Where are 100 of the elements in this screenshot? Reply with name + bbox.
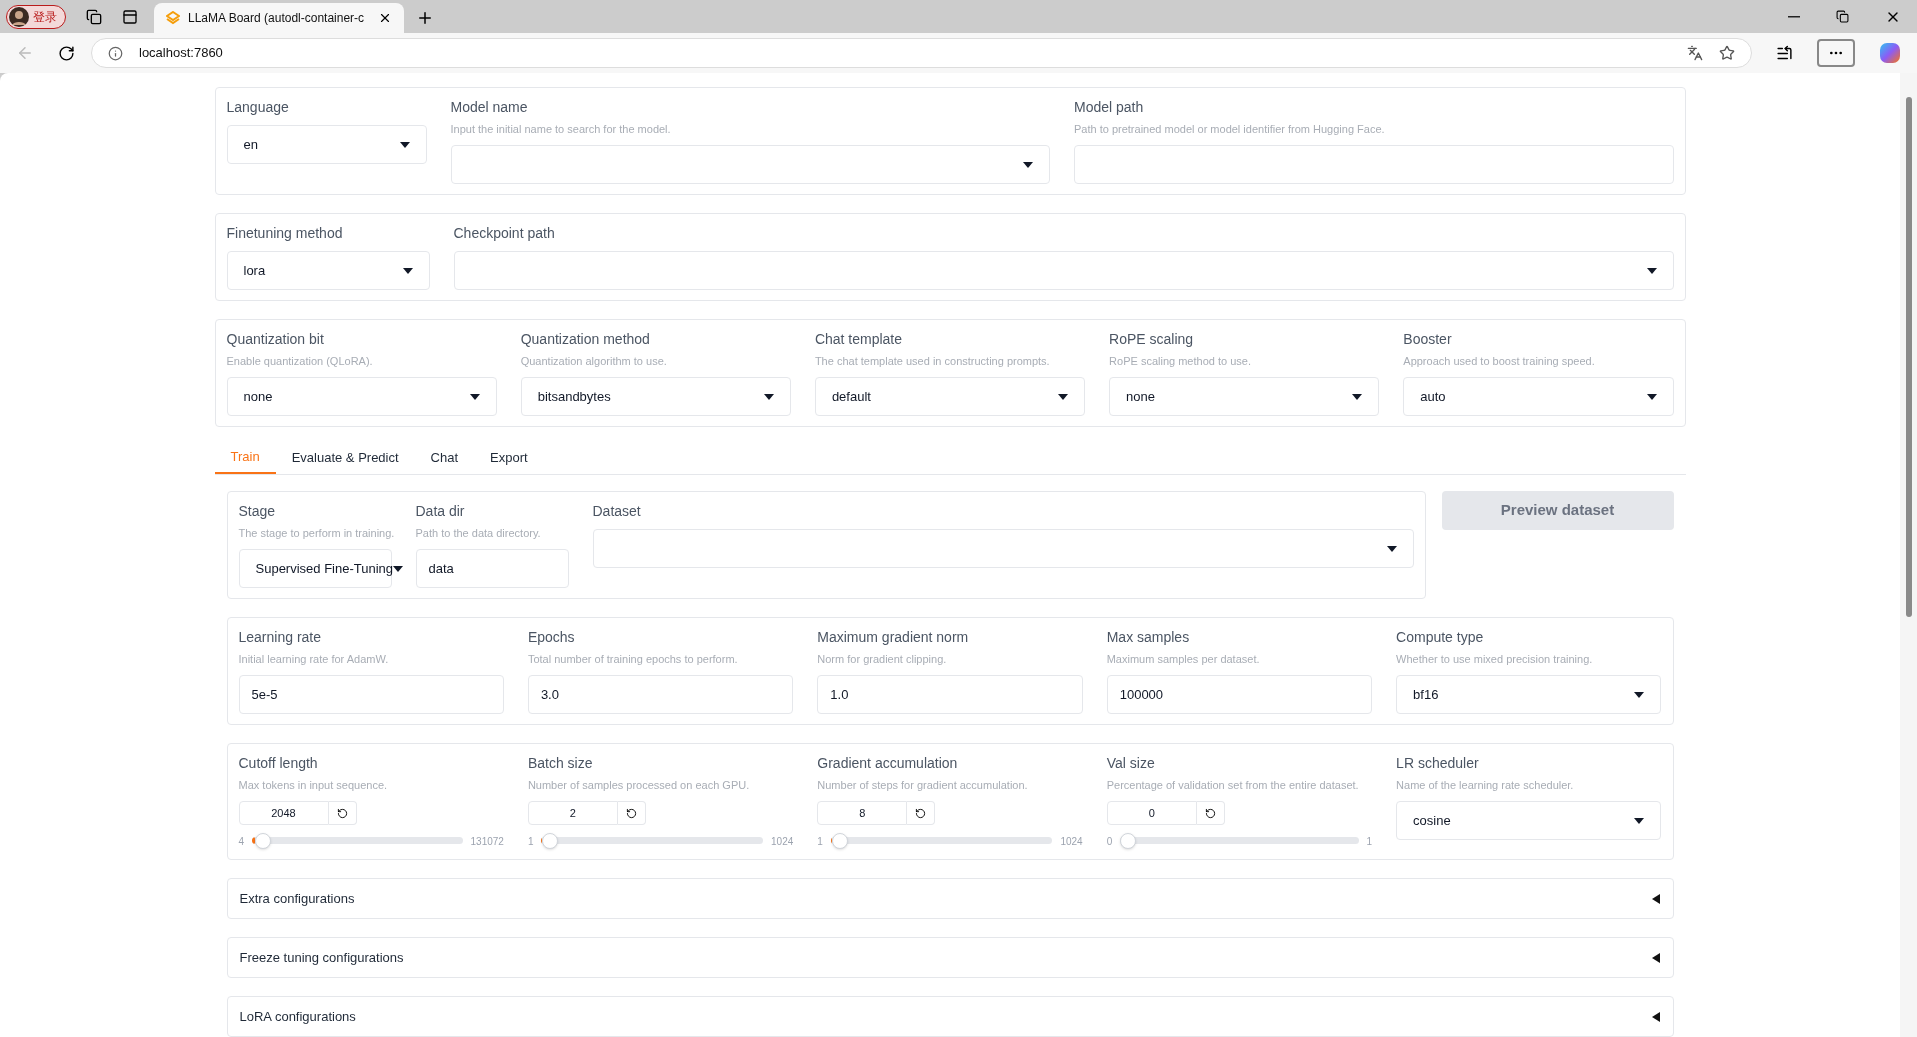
field-hint: Total number of training epochs to perform. bbox=[527, 652, 739, 667]
slider-max: 1 bbox=[1366, 834, 1373, 849]
dropdown-field[interactable]: bf16 bbox=[1396, 675, 1662, 714]
slider-track[interactable] bbox=[541, 833, 764, 849]
dropdown-caret-icon bbox=[469, 393, 480, 400]
text-field[interactable]: 5e-5 bbox=[238, 675, 504, 714]
slider-min: 1 bbox=[817, 834, 823, 849]
text-field[interactable]: data bbox=[415, 549, 569, 588]
field-label: Stage bbox=[238, 502, 277, 521]
workspaces-icon bbox=[86, 8, 102, 25]
slider-track[interactable] bbox=[252, 833, 463, 849]
scrollbar-thumb[interactable] bbox=[1905, 97, 1912, 617]
reset-icon bbox=[625, 807, 637, 819]
slider-track[interactable] bbox=[830, 833, 1053, 849]
field-hint: Path to pretrained model or model identifier from Hugging Face. bbox=[1074, 122, 1386, 137]
number-field[interactable]: 0 bbox=[1106, 801, 1197, 825]
field-label: Model path bbox=[1074, 98, 1145, 117]
field-label: Val size bbox=[1106, 754, 1156, 773]
accordion-header[interactable]: Freeze tuning configurations bbox=[226, 937, 1674, 978]
dropdown-caret-icon bbox=[399, 141, 410, 148]
back-icon bbox=[16, 44, 34, 62]
dropdown-field[interactable]: cosine bbox=[1396, 801, 1662, 840]
field-label: Epochs bbox=[527, 628, 576, 647]
number-field[interactable]: 2048 bbox=[238, 801, 329, 825]
slider-max: 1024 bbox=[771, 834, 794, 849]
slider-min: 1 bbox=[527, 834, 534, 849]
field-label: Batch size bbox=[527, 754, 594, 773]
reset-button[interactable] bbox=[617, 801, 646, 825]
accordion-label: LoRA configurations bbox=[239, 1007, 356, 1026]
text-field[interactable]: 3.0 bbox=[527, 675, 794, 714]
dropdown-caret-icon bbox=[763, 393, 774, 400]
dropdown-field[interactable]: none bbox=[1109, 377, 1380, 416]
reset-button[interactable] bbox=[1196, 801, 1225, 825]
field-hint: The chat template used in constructing prompts. bbox=[814, 354, 1051, 369]
tab[interactable]: Chat bbox=[414, 441, 475, 474]
app-logo-icon bbox=[166, 11, 180, 25]
dropdown-value: auto bbox=[1420, 387, 1446, 406]
number-field[interactable]: 2 bbox=[527, 801, 618, 825]
text-field[interactable]: 1.0 bbox=[817, 675, 1083, 714]
dropdown-value: bf16 bbox=[1413, 685, 1439, 704]
field-hint: Initial learning rate for AdamW. bbox=[238, 652, 390, 667]
reset-button[interactable] bbox=[328, 801, 357, 825]
preview-dataset-button[interactable]: Preview dataset bbox=[1441, 491, 1674, 530]
browser-tab[interactable]: LLaMA Board (autodl-container-c bbox=[154, 3, 404, 33]
accordion-header[interactable]: LoRA configurations bbox=[226, 996, 1674, 1037]
slider-min: 0 bbox=[1106, 834, 1113, 849]
dropdown-field[interactable]: default bbox=[814, 377, 1086, 416]
field-hint: Input the initial name to search for the model. bbox=[450, 122, 672, 137]
address-text: localhost:7860 bbox=[139, 44, 224, 63]
field-label: Finetuning method bbox=[226, 224, 344, 243]
accordion-header[interactable]: Extra configurations bbox=[226, 878, 1674, 919]
dropdown-caret-icon bbox=[1646, 393, 1657, 400]
profile-button[interactable]: 登录 bbox=[6, 4, 66, 29]
slider-min: 4 bbox=[238, 834, 245, 849]
dropdown-field[interactable]: bitsandbytes bbox=[520, 377, 791, 416]
tab[interactable]: Evaluate & Predict bbox=[275, 441, 415, 474]
scrollbar[interactable] bbox=[1900, 73, 1917, 1037]
dropdown-caret-icon bbox=[1023, 161, 1033, 168]
dropdown-field[interactable]: none bbox=[226, 377, 497, 416]
favorites-icon bbox=[1776, 44, 1793, 62]
text-field[interactable]: 100000 bbox=[1106, 675, 1373, 714]
tab[interactable]: Export bbox=[474, 441, 544, 474]
field-label: Learning rate bbox=[238, 628, 322, 647]
more-button[interactable] bbox=[1817, 39, 1855, 67]
reset-button[interactable] bbox=[907, 801, 936, 825]
dropdown-field[interactable]: lora bbox=[226, 251, 430, 290]
dropdown-caret-icon bbox=[1352, 393, 1363, 400]
slider-thumb[interactable] bbox=[541, 833, 558, 849]
slider-track[interactable] bbox=[1120, 833, 1359, 849]
dropdown-value: cosine bbox=[1413, 811, 1451, 830]
restore-icon bbox=[1836, 10, 1849, 23]
dropdown-value: default bbox=[831, 387, 871, 406]
field-label: Language bbox=[226, 98, 290, 117]
number-field[interactable]: 8 bbox=[817, 801, 908, 825]
text-field[interactable] bbox=[1074, 145, 1674, 184]
dropdown-field[interactable]: auto bbox=[1403, 377, 1674, 416]
slider-thumb[interactable] bbox=[255, 833, 272, 849]
dropdown-field[interactable] bbox=[450, 145, 1050, 184]
slider-thumb[interactable] bbox=[832, 833, 849, 849]
field-hint: Enable quantization (QLoRA). bbox=[226, 354, 374, 369]
field-hint: Name of the learning rate scheduler. bbox=[1396, 778, 1575, 793]
field-hint: Whether to use mixed precision training. bbox=[1396, 652, 1594, 667]
accordion-label: Freeze tuning configurations bbox=[239, 948, 404, 967]
dropdown-field[interactable]: en bbox=[226, 125, 427, 164]
field-hint: Path to the data directory. bbox=[415, 526, 542, 541]
accordion-label: Extra configurations bbox=[239, 889, 355, 908]
new-tab-icon bbox=[416, 9, 434, 27]
field-label: Dataset bbox=[592, 502, 642, 521]
field-label: Checkpoint path bbox=[453, 224, 556, 243]
copilot-icon bbox=[1879, 42, 1901, 64]
profile-label: 登录 bbox=[33, 8, 57, 26]
dropdown-field[interactable] bbox=[453, 251, 1674, 290]
reset-icon bbox=[915, 807, 927, 819]
slider-thumb[interactable] bbox=[1120, 833, 1137, 849]
minimize-icon bbox=[1788, 15, 1800, 18]
dropdown-value: none bbox=[1126, 387, 1155, 406]
address-bar[interactable]: localhost:7860 bbox=[91, 38, 1752, 68]
field-hint: RoPE scaling method to use. bbox=[1109, 354, 1252, 369]
field-hint: The stage to perform in training. bbox=[238, 526, 392, 541]
dropdown-field[interactable] bbox=[592, 529, 1414, 568]
